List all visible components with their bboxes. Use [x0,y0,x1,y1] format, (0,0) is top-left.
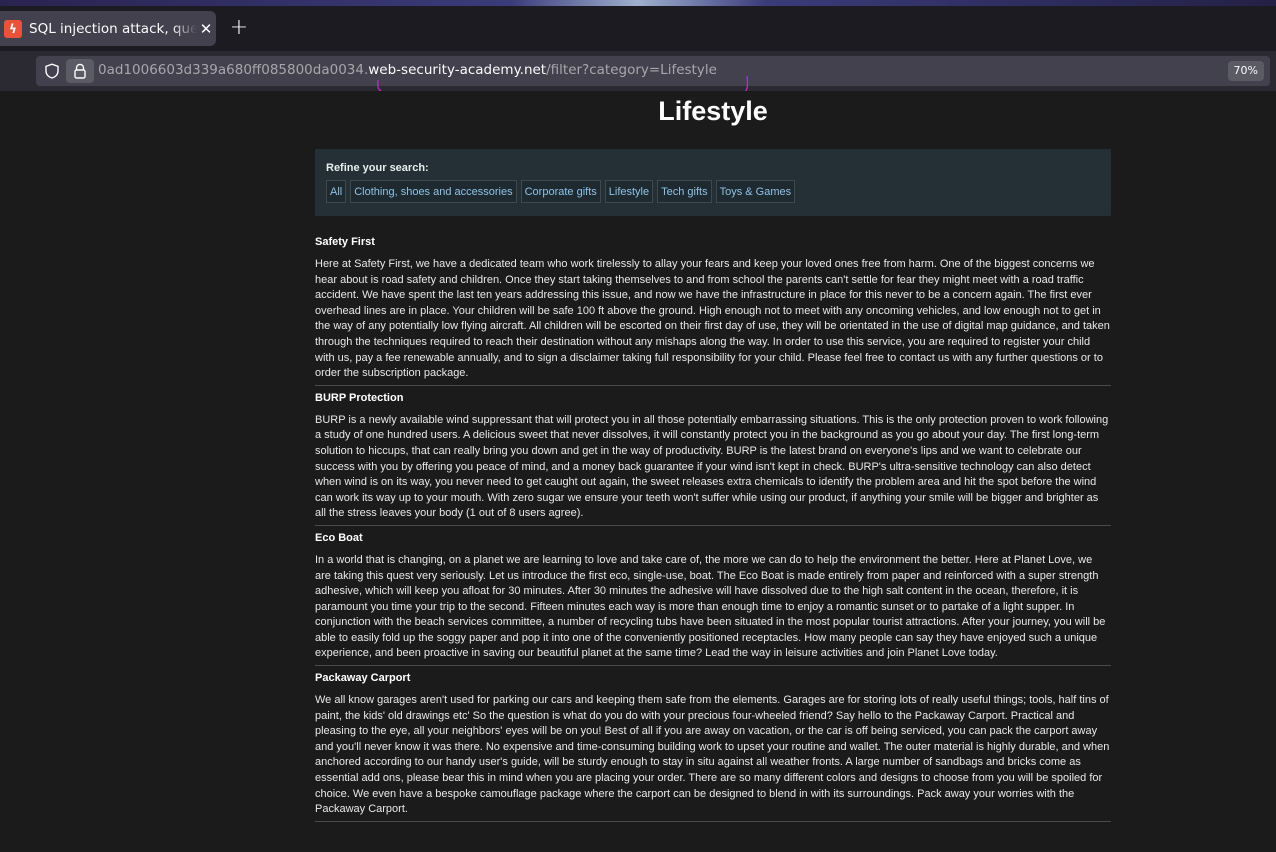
filter-all[interactable]: All [326,180,347,203]
list-item: BURP Protection BURP is a newly availabl… [315,391,1111,526]
url-text[interactable]: 0ad1006603d339a680ff085800da0034.web-sec… [98,62,717,78]
address-bar[interactable]: 0ad1006603d339a680ff085800da0034.web-sec… [36,56,1270,86]
filter-lifestyle[interactable]: Lifestyle [604,180,654,203]
post-body: In a world that is changing, on a planet… [315,553,1106,660]
list-item: Packaway Carport We all know garages are… [315,671,1111,822]
filter-list: All Clothing, shoes and accessories Corp… [326,180,796,203]
filter-panel: Refine your search: All Clothing, shoes … [315,149,1111,216]
page-content: Lifestyle Refine your search: All Clothi… [0,91,1276,852]
post-body: We all know garages aren't used for park… [315,694,1110,816]
post-title: Packaway Carport [315,672,411,685]
shield-icon[interactable] [44,63,60,79]
tab-bar: ϟ SQL injection attack, query ✕ + [0,6,1276,51]
url-path: /filter?category=Lifestyle [546,62,717,78]
post-body: Here at Safety First, we have a dedicate… [315,258,1110,380]
tab-title: SQL injection attack, query [29,20,197,37]
post-list: Safety First Here at Safety First, we ha… [315,234,1111,827]
browser-tab[interactable]: ϟ SQL injection attack, query ✕ [0,11,216,46]
filter-clothing[interactable]: Clothing, shoes and accessories [350,180,517,203]
post-body: BURP is a newly available wind suppressa… [315,413,1109,520]
filter-toys-games[interactable]: Toys & Games [715,180,796,203]
filter-label: Refine your search: [326,162,429,174]
page-title: Lifestyle [658,96,768,126]
post-title: BURP Protection [315,391,404,404]
tab-close-icon[interactable]: ✕ [199,21,213,36]
new-tab-button[interactable]: + [228,17,250,40]
site-info-button[interactable] [66,59,94,83]
list-item: Safety First Here at Safety First, we ha… [315,235,1111,386]
burp-favicon-icon: ϟ [4,19,22,38]
filter-tech-gifts[interactable]: Tech gifts [657,180,712,203]
post-title: Safety First [315,236,375,248]
url-prefix: 0ad1006603d339a680ff085800da0034. [98,62,369,78]
post-title: Eco Boat [315,531,363,544]
lock-icon [74,63,86,79]
url-host: web-security-academy.net [368,62,547,78]
filter-corporate-gifts[interactable]: Corporate gifts [520,180,601,203]
zoom-level-button[interactable]: 70% [1227,61,1264,81]
navigation-bar: 0ad1006603d339a680ff085800da0034.web-sec… [0,51,1276,91]
list-item: Eco Boat In a world that is changing, on… [315,531,1111,667]
